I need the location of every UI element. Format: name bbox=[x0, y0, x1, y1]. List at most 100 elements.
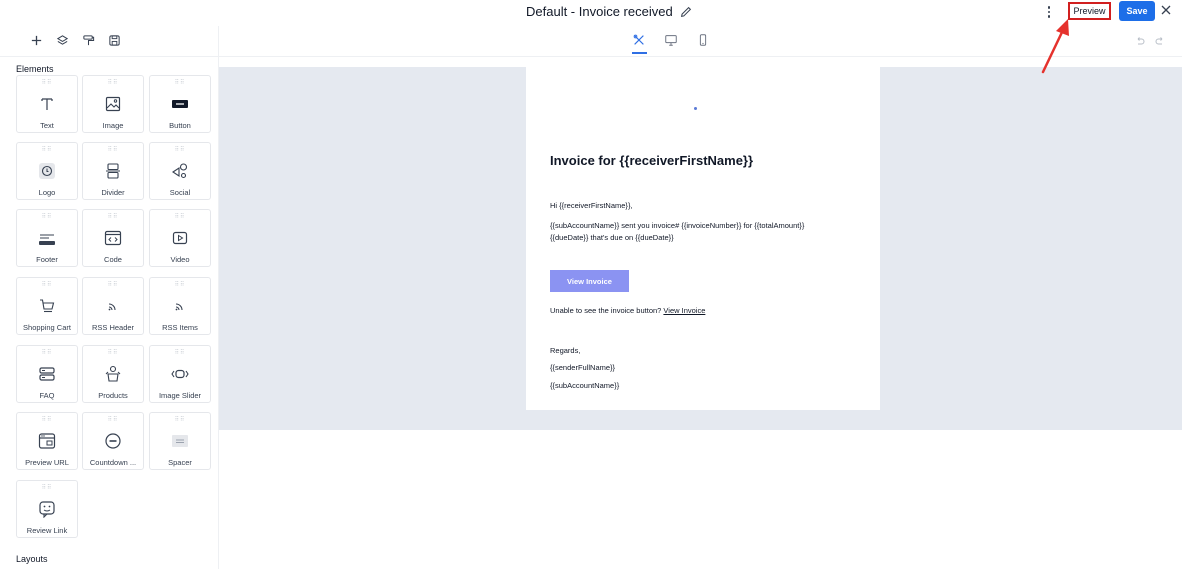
element-tile-social[interactable]: ⠿⠿ Social bbox=[149, 142, 211, 200]
code-icon bbox=[103, 228, 123, 248]
redo-icon[interactable] bbox=[1155, 36, 1165, 46]
drag-handle-icon[interactable]: ⠿⠿ bbox=[42, 282, 53, 288]
email-fallback-text[interactable]: Unable to see the invoice button? View I… bbox=[550, 306, 705, 315]
drag-handle-icon[interactable]: ⠿⠿ bbox=[42, 350, 53, 356]
element-tile-label: Image bbox=[102, 121, 124, 130]
drag-handle-icon[interactable]: ⠿⠿ bbox=[175, 282, 186, 288]
email-sender-name[interactable]: {{senderFullName}} bbox=[550, 363, 615, 372]
divider-icon bbox=[103, 161, 123, 181]
paint-roller-icon[interactable] bbox=[82, 34, 95, 47]
drag-handle-icon[interactable]: ⠿⠿ bbox=[175, 214, 186, 220]
element-tile-rss-items[interactable]: ⠿⠿ RSS Items bbox=[149, 277, 211, 335]
element-tile-label: Countdown ... bbox=[89, 458, 137, 467]
element-tile-label: RSS Header bbox=[91, 323, 135, 332]
drag-handle-icon[interactable]: ⠿⠿ bbox=[42, 417, 53, 423]
logo-icon bbox=[37, 161, 57, 181]
element-tile-text[interactable]: ⠿⠿ Text bbox=[16, 75, 78, 133]
element-tile-faq[interactable]: ⠿⠿ FAQ bbox=[16, 345, 78, 403]
element-tile-shopping-cart[interactable]: ⠿⠿ Shopping Cart bbox=[16, 277, 78, 335]
email-logo[interactable] bbox=[694, 107, 697, 110]
view-mode-tools bbox=[632, 33, 710, 47]
element-tile-label: Button bbox=[169, 121, 191, 130]
countdown-icon bbox=[103, 431, 123, 451]
layers-icon[interactable] bbox=[56, 34, 69, 47]
element-tile-label: Logo bbox=[38, 188, 56, 197]
email-preview[interactable]: Invoice for {{receiverFirstName}} Hi {{r… bbox=[526, 67, 880, 410]
history-controls bbox=[1135, 36, 1165, 46]
preview-url-icon bbox=[37, 431, 57, 451]
save-disk-icon[interactable] bbox=[108, 34, 121, 47]
editor-toolbar bbox=[0, 26, 1182, 57]
drag-handle-icon[interactable]: ⠿⠿ bbox=[108, 214, 119, 220]
add-icon[interactable] bbox=[30, 34, 43, 47]
element-tile-rss-header[interactable]: ⠿⠿ RSS Header bbox=[82, 277, 144, 335]
social-icon bbox=[170, 161, 190, 181]
drag-handle-icon[interactable]: ⠿⠿ bbox=[175, 417, 186, 423]
element-tile-products[interactable]: ⠿⠿ Products bbox=[82, 345, 144, 403]
mobile-view-icon[interactable] bbox=[696, 33, 710, 47]
drag-handle-icon[interactable]: ⠿⠿ bbox=[42, 80, 53, 86]
pencil-edit-icon[interactable] bbox=[679, 5, 693, 19]
element-tile-spacer[interactable]: ⠿⠿ Spacer bbox=[149, 412, 211, 470]
button-icon bbox=[170, 94, 190, 114]
element-tile-label: Image Slider bbox=[158, 391, 202, 400]
design-tools-icon[interactable] bbox=[632, 33, 646, 47]
element-tile-logo[interactable]: ⠿⠿ Logo bbox=[16, 142, 78, 200]
active-view-indicator bbox=[632, 52, 647, 54]
drag-handle-icon[interactable]: ⠿⠿ bbox=[108, 350, 119, 356]
element-tile-label: Social bbox=[169, 188, 191, 197]
cart-icon bbox=[37, 296, 57, 316]
image-icon bbox=[103, 94, 123, 114]
element-tile-button[interactable]: ⠿⠿ Button bbox=[149, 75, 211, 133]
element-tile-video[interactable]: ⠿⠿ Video bbox=[149, 209, 211, 267]
element-tile-image-slider[interactable]: ⠿⠿ Image Slider bbox=[149, 345, 211, 403]
email-account-name[interactable]: {{subAccountName}} bbox=[550, 381, 619, 390]
view-invoice-link[interactable]: View Invoice bbox=[663, 306, 705, 315]
template-title: Default - Invoice received bbox=[526, 4, 673, 19]
email-regards[interactable]: Regards, bbox=[550, 346, 580, 355]
email-heading[interactable]: Invoice for {{receiverFirstName}} bbox=[550, 153, 753, 168]
drag-handle-icon[interactable]: ⠿⠿ bbox=[175, 80, 186, 86]
drag-handle-icon[interactable]: ⠿⠿ bbox=[175, 350, 186, 356]
drag-handle-icon[interactable]: ⠿⠿ bbox=[108, 417, 119, 423]
text-icon bbox=[37, 94, 57, 114]
drag-handle-icon[interactable]: ⠿⠿ bbox=[42, 147, 53, 153]
drag-handle-icon[interactable]: ⠿⠿ bbox=[42, 214, 53, 220]
email-greeting[interactable]: Hi {{receiverFirstName}}, bbox=[550, 201, 633, 210]
element-tile-label: RSS Items bbox=[162, 323, 198, 332]
fallback-prompt: Unable to see the invoice button? bbox=[550, 306, 664, 315]
save-button[interactable]: Save bbox=[1119, 1, 1155, 21]
element-tile-image[interactable]: ⠿⠿ Image bbox=[82, 75, 144, 133]
drag-handle-icon[interactable]: ⠿⠿ bbox=[108, 282, 119, 288]
desktop-view-icon[interactable] bbox=[664, 33, 678, 47]
video-icon bbox=[170, 228, 190, 248]
rss-icon bbox=[170, 296, 190, 316]
element-tile-label: Products bbox=[98, 391, 128, 400]
drag-handle-icon[interactable]: ⠿⠿ bbox=[108, 80, 119, 86]
element-tile-label: Review Link bbox=[26, 526, 68, 535]
footer-icon bbox=[37, 228, 57, 248]
sidebar-tools bbox=[30, 34, 121, 47]
drag-handle-icon[interactable]: ⠿⠿ bbox=[108, 147, 119, 153]
element-tile-divider[interactable]: ⠿⠿ Divider bbox=[82, 142, 144, 200]
element-tile-countdown[interactable]: ⠿⠿ Countdown ... bbox=[82, 412, 144, 470]
element-tile-footer[interactable]: ⠿⠿ Footer bbox=[16, 209, 78, 267]
email-body-line-1[interactable]: {{subAccountName}} sent you invoice# {{i… bbox=[550, 221, 804, 230]
undo-icon[interactable] bbox=[1135, 36, 1145, 46]
drag-handle-icon[interactable]: ⠿⠿ bbox=[42, 485, 53, 491]
element-tile-label: FAQ bbox=[39, 391, 55, 400]
spacer-icon bbox=[170, 431, 190, 451]
products-icon bbox=[103, 364, 123, 384]
drag-handle-icon[interactable]: ⠿⠿ bbox=[175, 147, 186, 153]
element-tile-preview-url[interactable]: ⠿⠿ Preview URL bbox=[16, 412, 78, 470]
element-tile-label: Footer bbox=[36, 255, 58, 264]
elements-sidebar: Elements ⠿⠿ Text ⠿⠿ Image ⠿⠿ Button ⠿⠿ L… bbox=[0, 57, 218, 569]
annotation-arrow-icon bbox=[1041, 19, 1069, 74]
top-bar: Default - Invoice received Preview Save bbox=[0, 0, 1182, 26]
review-icon bbox=[37, 499, 57, 519]
view-invoice-button[interactable]: View Invoice bbox=[550, 270, 629, 292]
email-body-line-2[interactable]: {{dueDate}} that's due on {{dueDate}} bbox=[550, 233, 674, 242]
element-tile-review-link[interactable]: ⠿⠿ Review Link bbox=[16, 480, 78, 538]
close-icon[interactable] bbox=[1160, 4, 1172, 16]
element-tile-code[interactable]: ⠿⠿ Code bbox=[82, 209, 144, 267]
